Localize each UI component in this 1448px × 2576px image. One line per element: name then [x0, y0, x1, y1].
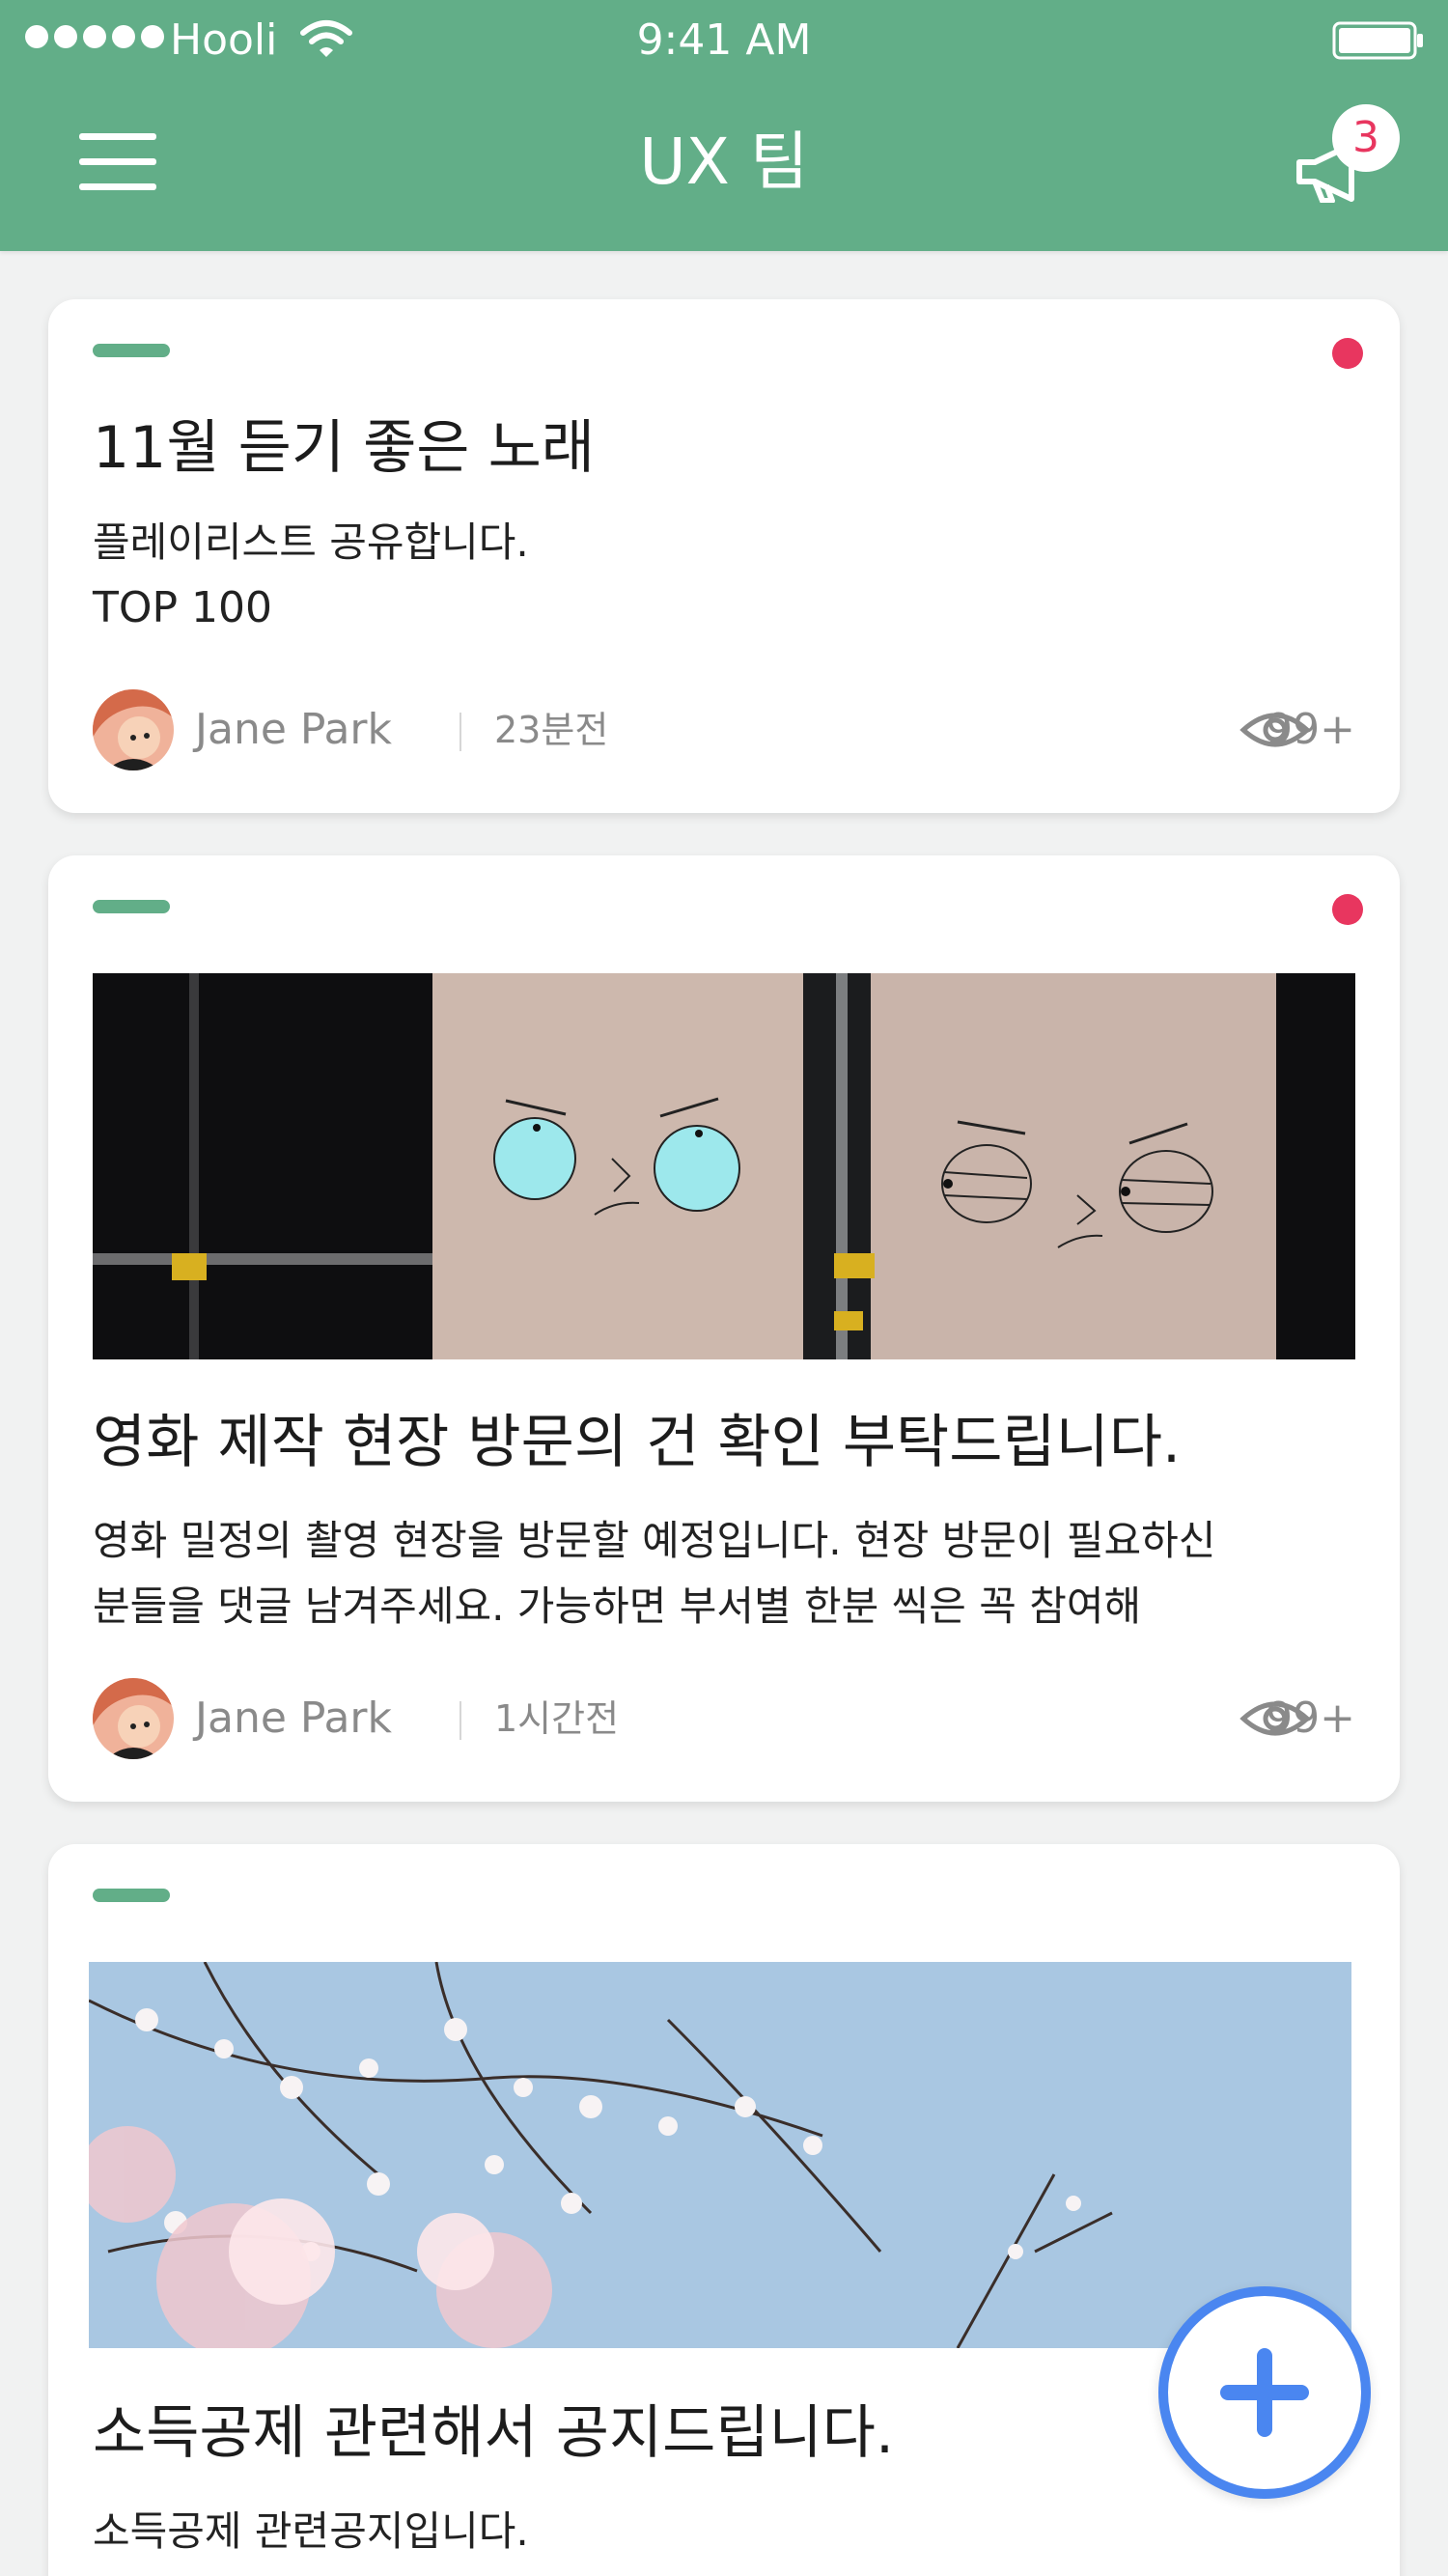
announcement-button[interactable]: 3	[1288, 104, 1404, 220]
post-image	[89, 1962, 1351, 2348]
add-post-button[interactable]	[1158, 2286, 1371, 2499]
post-meta: Jane Park 23분전 99+	[93, 689, 1355, 770]
post-title: 소득공제 관련해서 공지드립니다.	[93, 2399, 895, 2467]
author-name: Jane Park	[195, 705, 392, 754]
post-time: 1시간전	[494, 1697, 620, 1740]
unread-dot	[1332, 338, 1363, 369]
app-screen: Hooli 9:41 AM UX 팀 3 11월 듣기 좋은 노래 플레이리스트…	[0, 0, 1448, 2576]
card-accent-bar	[93, 1889, 170, 1902]
post-title: 11월 듣기 좋은 노래	[93, 414, 595, 482]
avatar[interactable]	[93, 1678, 174, 1759]
post-body: 플레이리스트 공유합니다. TOP 100	[93, 510, 1348, 641]
plus-icon	[1220, 2348, 1309, 2437]
status-bar: Hooli 9:41 AM	[0, 0, 1448, 85]
post-body-line: TOP 100	[93, 583, 273, 632]
post-card[interactable]: 영화 제작 현장 방문의 건 확인 부탁드립니다. 영화 밀정의 촬영 현장을 …	[48, 855, 1400, 1802]
view-count: 99+	[1266, 705, 1355, 754]
post-body: 영화 밀정의 촬영 현장을 방문할 예정입니다. 현장 방문이 필요하신 분들을…	[93, 1508, 1348, 1639]
post-body-line: 영화 밀정의 촬영 현장을 방문할 예정입니다. 현장 방문이 필요하신	[93, 1517, 1216, 1564]
notification-badge: 3	[1332, 104, 1400, 172]
page-title: UX 팀	[639, 125, 809, 199]
post-body: 소득공제 관련공지입니다.	[93, 2499, 1348, 2564]
post-meta: Jane Park 1시간전 99+	[93, 1678, 1355, 1759]
post-time: 23분전	[494, 709, 609, 751]
card-accent-bar	[93, 344, 170, 357]
battery-icon	[1332, 21, 1423, 60]
view-count: 99+	[1266, 1694, 1355, 1743]
divider	[459, 1701, 461, 1740]
post-card[interactable]: 11월 듣기 좋은 노래 플레이리스트 공유합니다. TOP 100 Jane …	[48, 299, 1400, 813]
unread-dot	[1332, 894, 1363, 925]
card-accent-bar	[93, 900, 170, 913]
post-body-line: 플레이리스트 공유합니다.	[93, 518, 529, 566]
nav-bar: UX 팀 3	[0, 85, 1448, 251]
post-title: 영화 제작 현장 방문의 건 확인 부탁드립니다.	[93, 1409, 1182, 1476]
divider	[459, 713, 461, 751]
author-name: Jane Park	[195, 1694, 392, 1743]
post-image	[93, 973, 1355, 1359]
post-body-line: 분들을 댓글 남겨주세요. 가능하면 부서별 한분 씩은 꼭 참여해	[93, 1582, 1142, 1630]
avatar[interactable]	[93, 689, 174, 770]
app-header: Hooli 9:41 AM UX 팀 3	[0, 0, 1448, 251]
post-body-line: 소득공제 관련공지입니다.	[93, 2507, 529, 2555]
status-time: 9:41 AM	[636, 15, 812, 65]
